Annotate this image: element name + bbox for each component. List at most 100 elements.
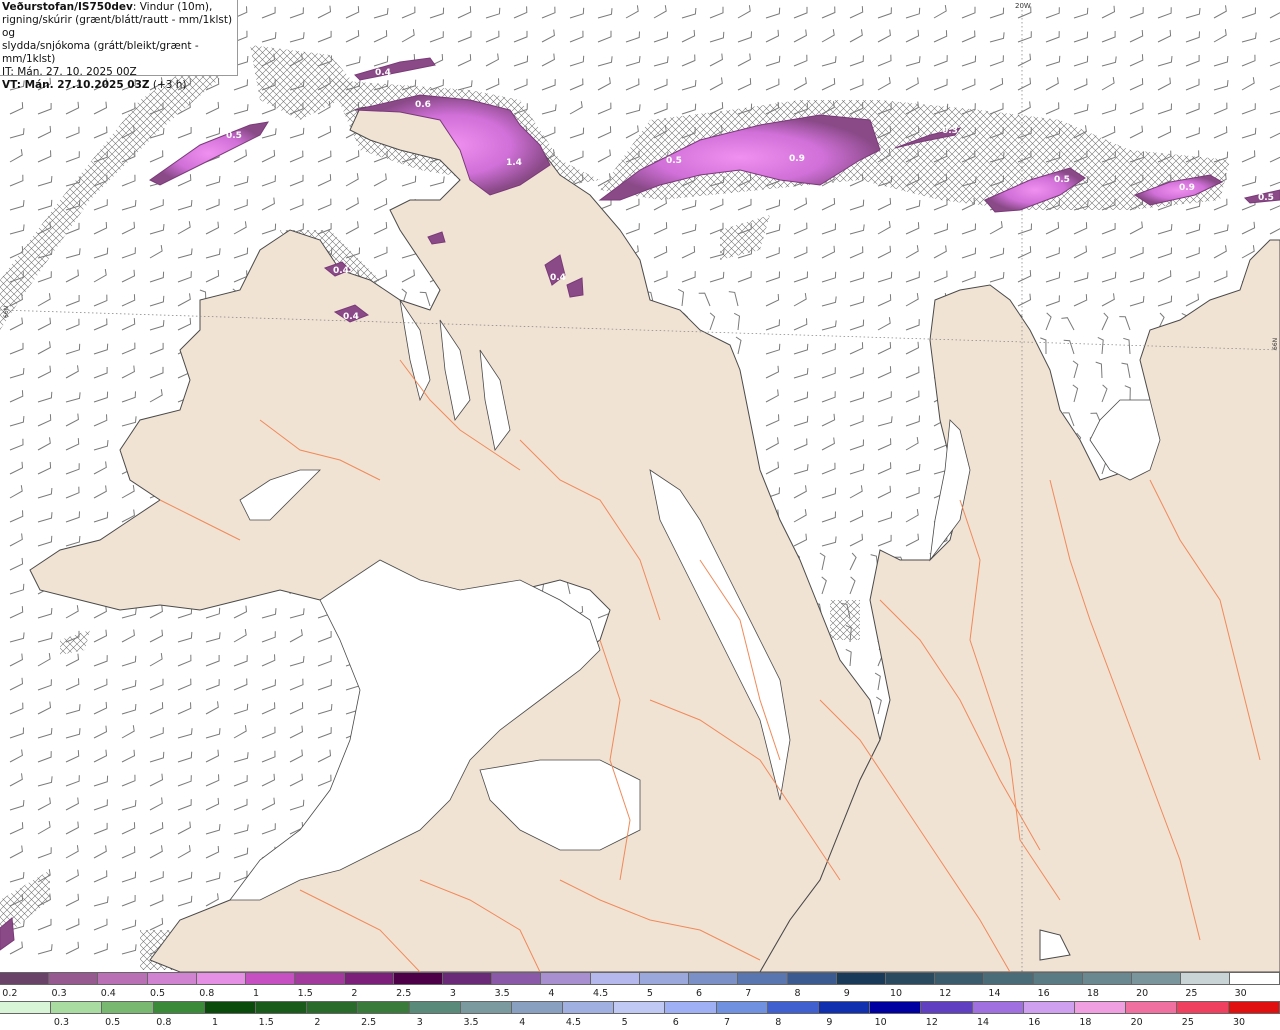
legend-label: 16 bbox=[1028, 1017, 1041, 1028]
legend-swatch bbox=[1023, 1001, 1075, 1014]
legend-swatch bbox=[836, 972, 886, 985]
legend-swatch bbox=[541, 972, 591, 985]
legend-label: 18 bbox=[1086, 988, 1099, 999]
legend-label: 3 bbox=[416, 1017, 423, 1028]
legend-label: 25 bbox=[1181, 1017, 1194, 1028]
legend-label: 7 bbox=[745, 988, 752, 999]
legend-swatch bbox=[689, 972, 739, 985]
legend-swatch bbox=[984, 972, 1034, 985]
legend-swatch bbox=[1126, 1001, 1178, 1014]
legend-label: 2.5 bbox=[361, 1017, 377, 1028]
legend-swatch bbox=[98, 972, 148, 985]
legend-label: 1.5 bbox=[297, 988, 313, 999]
legend-label: 0.5 bbox=[149, 988, 166, 999]
legend-swatch bbox=[921, 1001, 973, 1014]
legend-swatch bbox=[716, 1001, 768, 1014]
map-source-title: Veðurstofan/IS750dev bbox=[2, 1, 133, 13]
legend-label: 12 bbox=[925, 1017, 938, 1028]
precip-label: 0.5 bbox=[666, 156, 682, 166]
legend-swatch bbox=[1033, 972, 1083, 985]
precip-label: 1.4 bbox=[506, 158, 522, 168]
legend-swatch bbox=[153, 1001, 205, 1014]
legend-label: 14 bbox=[988, 988, 1001, 999]
legend-label: 0.4 bbox=[100, 988, 116, 999]
legend-label: 20 bbox=[1136, 988, 1149, 999]
legend-swatch bbox=[1132, 972, 1182, 985]
legend-label: 0.2 bbox=[2, 988, 18, 999]
legend-label: 10 bbox=[874, 1017, 887, 1028]
legend-label: 4.5 bbox=[565, 1017, 581, 1028]
legend-swatch bbox=[246, 972, 296, 985]
legend-label: 3.5 bbox=[494, 988, 510, 999]
legend-swatch bbox=[972, 1001, 1024, 1014]
precip-label: 0.5 bbox=[1258, 193, 1274, 203]
precip-label: 0.9 bbox=[1179, 183, 1195, 193]
precip-label: 0.4 bbox=[375, 68, 391, 78]
legend-label: 4 bbox=[548, 988, 555, 999]
precip-label: 0.6 bbox=[415, 100, 431, 110]
precip-label: 0.4 bbox=[343, 312, 359, 322]
legend-label: 30 bbox=[1234, 988, 1247, 999]
legend-label: 25 bbox=[1185, 988, 1198, 999]
legend-label: 1 bbox=[252, 988, 260, 999]
legend-swatch bbox=[614, 1001, 666, 1014]
legend-swatch bbox=[787, 972, 837, 985]
legend-swatch bbox=[49, 972, 99, 985]
legend-label: 20 bbox=[1130, 1017, 1143, 1028]
legend-swatch bbox=[409, 1001, 461, 1014]
legend-label: 8 bbox=[775, 1017, 782, 1028]
legend-swatch bbox=[1074, 1001, 1127, 1014]
legend-label: 12 bbox=[939, 988, 952, 999]
legend-swatch bbox=[460, 1001, 512, 1014]
legend-swatch bbox=[563, 1001, 615, 1014]
legend-label: 6 bbox=[672, 1017, 679, 1028]
precip-label: 0.5 bbox=[1054, 175, 1070, 185]
weather-map: 0.4 0.6 0.5 1.4 0.5 0.9 0.3 0.5 0.9 0.5 … bbox=[0, 0, 1280, 972]
legend-label: 0.5 bbox=[105, 1017, 121, 1028]
lat-label-left: 66N bbox=[3, 306, 10, 318]
legend-swatch bbox=[935, 972, 985, 985]
legend-swatch bbox=[255, 1001, 308, 1014]
legend-swatch bbox=[358, 1001, 410, 1014]
legend-label: 9 bbox=[826, 1017, 833, 1028]
legend-swatch bbox=[590, 972, 640, 985]
legend-swatch bbox=[1228, 1001, 1280, 1014]
legend-swatch bbox=[196, 972, 247, 985]
map-desc-line-2: rigning/skúrir (grænt/blátt/rautt - mm/1… bbox=[2, 14, 233, 39]
legend-swatch bbox=[639, 972, 690, 985]
legend-label: 1.5 bbox=[258, 1017, 274, 1028]
legend-label: 16 bbox=[1037, 988, 1050, 999]
precip-label: 0.4 bbox=[550, 273, 566, 283]
lon-label-20w: 20W bbox=[1015, 2, 1031, 10]
map-desc-line-1: : Vindur (10m), bbox=[132, 1, 213, 13]
legend-label: 0.3 bbox=[53, 1017, 69, 1028]
legend-swatch bbox=[819, 1001, 871, 1014]
legend-label: 2.5 bbox=[396, 988, 412, 999]
legend-swatch bbox=[102, 1001, 154, 1014]
legend-swatch bbox=[870, 1001, 922, 1014]
legend-label: 6 bbox=[696, 988, 703, 999]
legend-swatch bbox=[51, 1001, 103, 1014]
legend-label: 4 bbox=[519, 1017, 526, 1028]
legend-label: 7 bbox=[724, 1017, 731, 1028]
precip-label: 0.9 bbox=[789, 154, 805, 164]
legend-swatch bbox=[147, 972, 197, 985]
legend-label: 9 bbox=[843, 988, 850, 999]
legend-swatch bbox=[665, 1001, 717, 1014]
legend-swatch bbox=[1177, 1001, 1229, 1014]
legend-swatch bbox=[393, 972, 443, 985]
legend-swatch bbox=[344, 972, 394, 985]
precip-label: 0.4 bbox=[333, 266, 349, 276]
precip-label: 0.3 bbox=[942, 126, 958, 136]
precip-label: 0.5 bbox=[226, 131, 242, 141]
forecast-offset: (+3 h) bbox=[149, 79, 187, 91]
legend-swatch bbox=[492, 972, 542, 985]
legend-label: 18 bbox=[1079, 1017, 1092, 1028]
legend-swatch bbox=[1082, 972, 1133, 985]
legend-label: 0.8 bbox=[156, 1017, 172, 1028]
map-desc-line-3: slydda/snjókoma (grátt/bleikt/grænt - mm… bbox=[2, 40, 199, 65]
legend-label: 3.5 bbox=[463, 1017, 479, 1028]
legend-swatch bbox=[442, 972, 493, 985]
legend-swatch bbox=[511, 1001, 564, 1014]
legend-label: 30 bbox=[1232, 1017, 1246, 1028]
